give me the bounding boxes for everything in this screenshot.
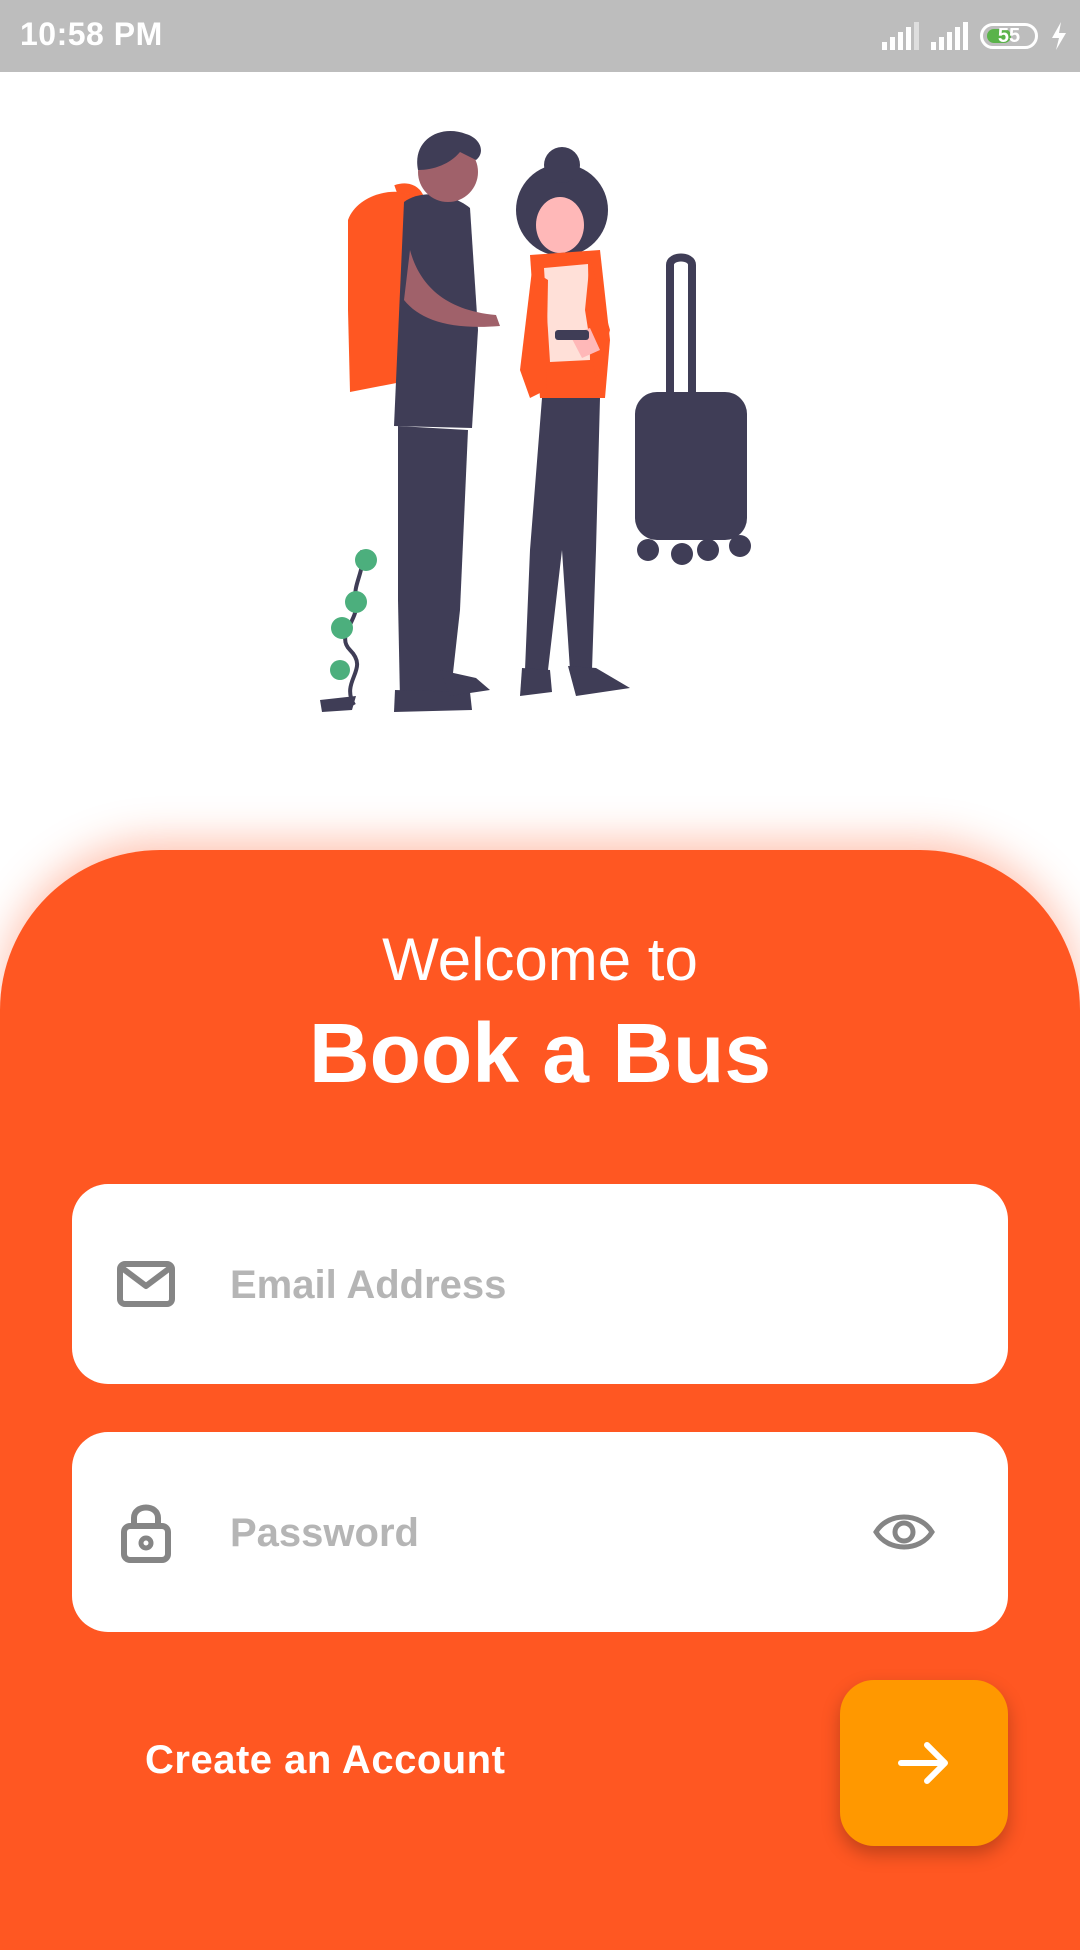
signal-icon (931, 22, 968, 50)
arrow-right-icon (898, 1742, 948, 1784)
status-bar: 10:58 PM 55 (0, 0, 1080, 72)
submit-button[interactable] (840, 1680, 1008, 1846)
eye-icon[interactable] (872, 1508, 936, 1556)
status-icons: 55 (882, 16, 1068, 56)
battery-icon: 55 (980, 23, 1038, 49)
welcome-text: Welcome to (382, 926, 698, 993)
charging-bolt-icon (1052, 22, 1066, 50)
signal-icon (882, 22, 919, 50)
email-input[interactable] (228, 1244, 872, 1326)
plant-illustration (320, 549, 377, 712)
mail-icon (117, 1261, 175, 1307)
app-title: Book a Bus (308, 1006, 772, 1100)
battery-level: 55 (997, 24, 1021, 47)
password-field[interactable] (72, 1432, 1008, 1632)
email-field[interactable] (72, 1184, 1008, 1384)
password-input[interactable] (228, 1492, 872, 1574)
travelers-illustration (320, 131, 751, 712)
create-account-link[interactable]: Create an Account (145, 1738, 505, 1783)
status-time: 10:58 PM (20, 16, 163, 52)
lock-icon (121, 1504, 171, 1563)
